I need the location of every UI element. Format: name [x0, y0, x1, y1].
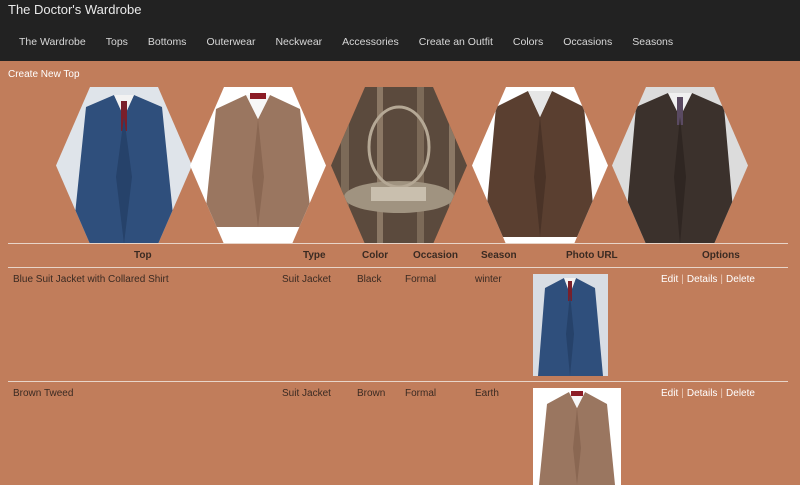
cell-top: Brown Tweed	[13, 388, 74, 399]
row-options: Edit | Details | Delete	[661, 388, 755, 399]
delete-link[interactable]: Delete	[726, 388, 755, 399]
nav-item-accessories[interactable]: Accessories	[342, 36, 399, 48]
col-header-photo-url: Photo URL	[566, 250, 618, 261]
cell-occasion: Formal	[405, 388, 437, 399]
cell-type: Suit Jacket	[282, 388, 331, 399]
cell-photo	[533, 388, 621, 485]
nav-item-occasions[interactable]: Occasions	[563, 36, 612, 48]
edit-link[interactable]: Edit	[661, 274, 678, 285]
cell-season: winter	[475, 274, 502, 285]
nav-item-bottoms[interactable]: Bottoms	[148, 36, 187, 48]
navbar: The Doctor's Wardrobe The Wardrobe Tops …	[0, 0, 800, 61]
nav-item-colors[interactable]: Colors	[513, 36, 543, 48]
col-header-season: Season	[481, 250, 517, 261]
col-header-occasion: Occasion	[413, 250, 459, 261]
header-divider	[8, 267, 788, 268]
nav-menu: The Wardrobe Tops Bottoms Outerwear Neck…	[19, 36, 693, 48]
hexagon-gallery	[56, 87, 748, 244]
gallery-image-tardis-console[interactable]	[331, 87, 467, 244]
delete-link[interactable]: Delete	[726, 274, 755, 285]
col-header-type: Type	[303, 250, 326, 261]
cell-color: Brown	[357, 388, 386, 399]
gallery-image-brown-pinstripe[interactable]	[472, 87, 608, 244]
cell-photo	[533, 274, 608, 376]
nav-item-wardrobe[interactable]: The Wardrobe	[19, 36, 86, 48]
gallery-image-brown-tweed[interactable]	[190, 87, 326, 244]
row-divider	[8, 381, 788, 382]
col-header-top: Top	[134, 250, 152, 261]
col-header-options: Options	[702, 250, 740, 261]
nav-item-seasons[interactable]: Seasons	[632, 36, 673, 48]
nav-item-create-outfit[interactable]: Create an Outfit	[419, 36, 493, 48]
cell-type: Suit Jacket	[282, 274, 331, 285]
nav-item-neckwear[interactable]: Neckwear	[275, 36, 322, 48]
details-link[interactable]: Details	[687, 274, 718, 285]
create-new-top-link[interactable]: Create New Top	[8, 69, 80, 80]
brand-title[interactable]: The Doctor's Wardrobe	[8, 2, 142, 17]
details-link[interactable]: Details	[687, 388, 718, 399]
nav-item-outerwear[interactable]: Outerwear	[206, 36, 255, 48]
cell-season: Earth	[475, 388, 499, 399]
table-top-divider	[8, 243, 788, 244]
edit-link[interactable]: Edit	[661, 388, 678, 399]
gallery-image-blue-suit[interactable]	[56, 87, 192, 244]
cell-occasion: Formal	[405, 274, 437, 285]
cell-top: Blue Suit Jacket with Collared Shirt	[13, 274, 169, 285]
gallery-image-dark-pinstripe[interactable]	[612, 87, 748, 244]
cell-color: Black	[357, 274, 382, 285]
col-header-color: Color	[362, 250, 389, 261]
row-options: Edit | Details | Delete	[661, 274, 755, 285]
nav-item-tops[interactable]: Tops	[106, 36, 128, 48]
